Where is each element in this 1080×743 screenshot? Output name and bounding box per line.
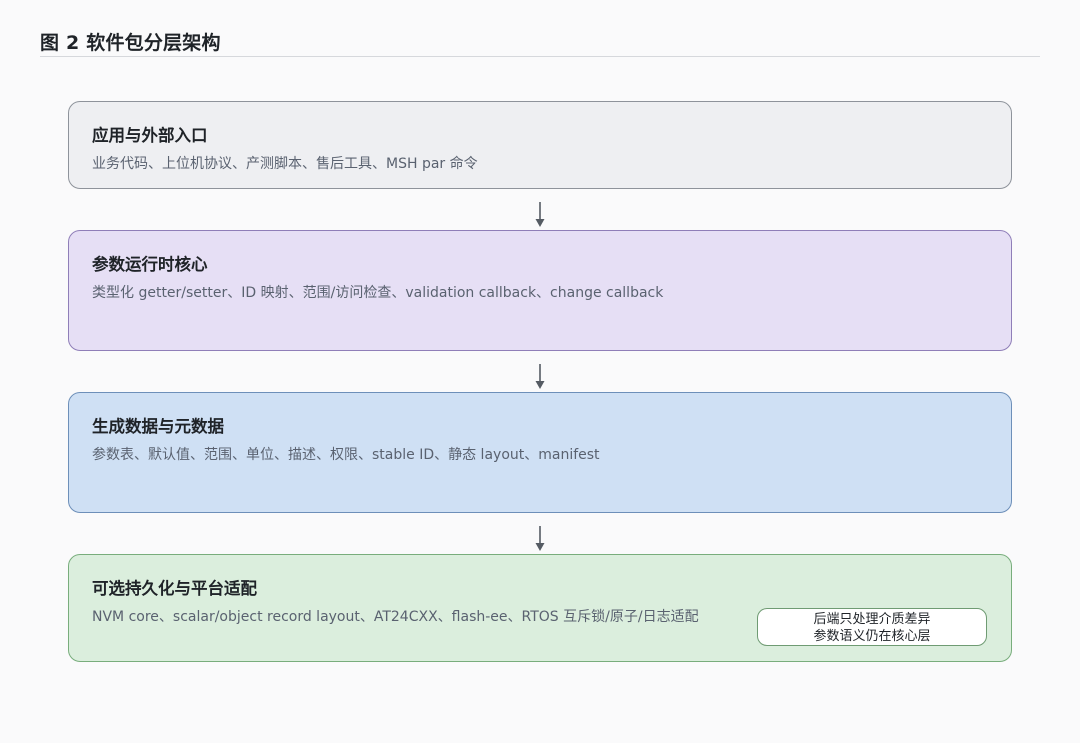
figure-title: 图 2 软件包分层架构	[40, 32, 221, 54]
note-line-2: 参数语义仍在核心层	[813, 629, 931, 644]
note-callout: 后端只处理介质差异 参数语义仍在核心层	[757, 608, 987, 646]
layer-application-entry: 应用与外部入口 业务代码、上位机协议、产测脚本、售后工具、MSH par 命令	[68, 101, 1012, 189]
layer-description: 参数表、默认值、范围、单位、描述、权限、stable ID、静态 layout、…	[92, 447, 600, 463]
down-arrow-icon	[535, 526, 545, 552]
layer-persistence-platform: 可选持久化与平台适配 NVM core、scalar/object record…	[68, 554, 1012, 662]
layer-description: NVM core、scalar/object record layout、AT2…	[92, 609, 699, 625]
note-line-1: 后端只处理介质差异	[813, 612, 931, 627]
layer-title: 参数运行时核心	[92, 255, 208, 274]
layer-title: 生成数据与元数据	[92, 417, 224, 436]
title-divider	[40, 56, 1040, 57]
layer-title: 应用与外部入口	[92, 126, 208, 145]
layer-title: 可选持久化与平台适配	[92, 579, 257, 598]
layer-description: 业务代码、上位机协议、产测脚本、售后工具、MSH par 命令	[92, 156, 478, 172]
down-arrow-icon	[535, 364, 545, 390]
down-arrow-icon	[535, 202, 545, 228]
layer-runtime-core: 参数运行时核心 类型化 getter/setter、ID 映射、范围/访问检查、…	[68, 230, 1012, 351]
layer-description: 类型化 getter/setter、ID 映射、范围/访问检查、validati…	[92, 285, 664, 301]
layer-generated-data: 生成数据与元数据 参数表、默认值、范围、单位、描述、权限、stable ID、静…	[68, 392, 1012, 513]
